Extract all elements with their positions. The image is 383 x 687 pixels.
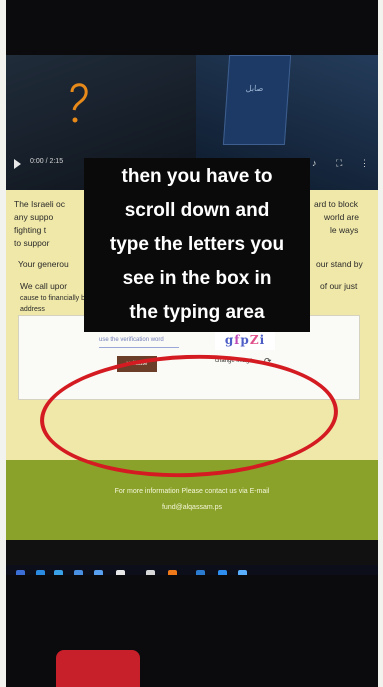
page-text-line: of our just	[320, 281, 358, 291]
page-text-line: to suppor	[14, 238, 50, 248]
more-icon[interactable]: ⋮	[360, 158, 369, 169]
taskbar-app-icon[interactable]	[218, 570, 227, 575]
volume-icon[interactable]: ♪	[312, 158, 317, 168]
captcha-char: Z	[249, 333, 260, 347]
taskbar-app-icon[interactable]	[116, 570, 125, 575]
caption-line: see in the box in	[122, 268, 272, 289]
story-caption: then you have to scroll down and type th…	[84, 158, 310, 332]
page-text-line: The Israeli oc	[14, 199, 66, 209]
taskbar-app-icon[interactable]	[36, 570, 45, 575]
caption-line: then you have to	[121, 166, 273, 187]
page-text-line: fighting t	[14, 225, 47, 235]
fullscreen-icon[interactable]: ⛶	[336, 158, 342, 169]
orange-curve-icon	[70, 83, 88, 123]
taskbar-app-icon[interactable]	[168, 570, 177, 575]
page-text-line: We call upor	[20, 281, 68, 291]
caption-line: scroll down and	[124, 200, 270, 221]
red-object	[56, 650, 140, 687]
taskbar-app-icon[interactable]	[196, 570, 205, 575]
caption-line: the typing area	[129, 302, 265, 323]
captcha-char: i	[259, 333, 266, 347]
taskbar	[6, 565, 378, 575]
taskbar-app-icon[interactable]	[74, 570, 83, 575]
taskbar-app-icon[interactable]	[238, 570, 247, 575]
taskbar-app-icon[interactable]	[94, 570, 103, 575]
footer-email[interactable]: fund@alqassam.ps	[6, 504, 378, 511]
footer-contact: For more information Please contact us v…	[114, 488, 270, 495]
phone-image: صابل	[222, 55, 292, 145]
captcha-image: gfpZi	[215, 330, 275, 350]
taskbar-app-icon[interactable]	[146, 570, 155, 575]
play-icon[interactable]	[14, 159, 21, 169]
page-text-line: world are	[324, 212, 359, 222]
caption-line: type the letters you	[109, 234, 285, 255]
start-icon[interactable]	[16, 570, 25, 575]
page-text-line: any suppo	[14, 212, 54, 222]
page-text-line: ard to block	[314, 199, 358, 209]
phone-text: صابل	[245, 84, 264, 93]
captcha-char: p	[240, 333, 250, 347]
captcha-char: g	[224, 333, 235, 347]
page-text-line: le ways	[330, 225, 359, 235]
verification-input[interactable]: use the verification word	[99, 334, 179, 348]
page-text-line: Your generou	[18, 259, 69, 269]
page-text-line: our stand by	[316, 259, 363, 269]
taskbar-app-icon[interactable]	[54, 570, 63, 575]
time-label: 0:00 / 2:15	[30, 158, 64, 165]
